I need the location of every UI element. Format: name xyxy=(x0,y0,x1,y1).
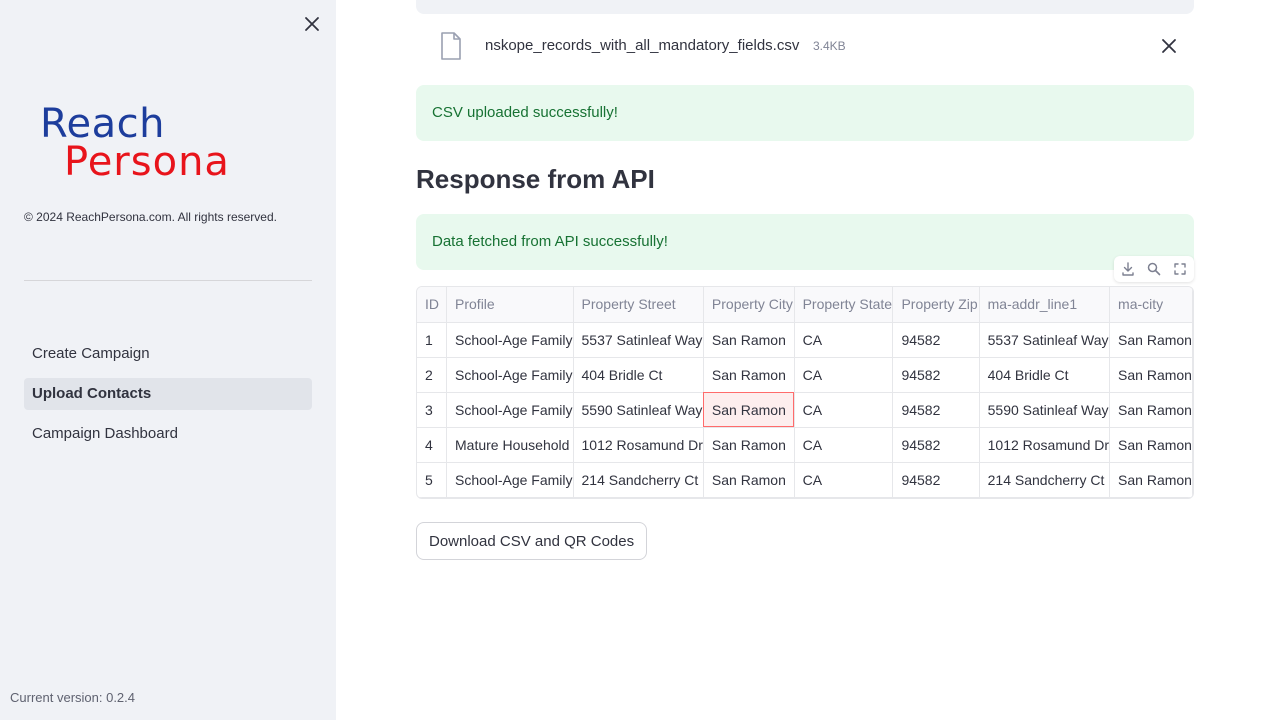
table-row: 4 Mature Household 1012 Rosamund Dr San … xyxy=(417,427,1193,463)
table-cell[interactable]: 5590 Satinleaf Way xyxy=(573,392,704,428)
column-header[interactable]: Property Zip xyxy=(892,287,980,323)
download-csv-qr-button[interactable]: Download CSV and QR Codes xyxy=(416,522,648,560)
api-success-alert: Data fetched from API successfully! xyxy=(416,214,1194,270)
table-cell[interactable]: San Ramon xyxy=(703,322,795,358)
table-cell[interactable]: School-Age Family xyxy=(446,392,574,428)
nav-item-upload-contacts[interactable]: Upload Contacts xyxy=(24,378,312,410)
table-cell[interactable]: CA xyxy=(794,322,894,358)
main-content: nskope_records_with_all_mandatory_fields… xyxy=(336,0,1280,720)
table-cell[interactable]: 1012 Rosamund Dr xyxy=(573,427,704,463)
table-cell[interactable]: CA xyxy=(794,462,894,498)
table-cell[interactable]: School-Age Family xyxy=(446,357,574,393)
version-text: Current version: 0.2.4 xyxy=(10,690,136,705)
nav-item-create-campaign[interactable]: Create Campaign xyxy=(24,338,312,370)
reachpersona-logo: Reach Persona xyxy=(40,104,300,184)
logo-line2: Persona xyxy=(64,139,230,185)
table-cell[interactable]: 94582 xyxy=(892,427,980,463)
column-header[interactable]: ma-city xyxy=(1109,287,1193,323)
table-cell[interactable]: Mature Household xyxy=(446,427,574,463)
table-cell[interactable]: San Ramon xyxy=(1109,462,1193,498)
table-cell[interactable]: San Ramon xyxy=(1109,322,1193,358)
table-cell[interactable]: 94582 xyxy=(892,322,980,358)
table-row: 2 School-Age Family 404 Bridle Ct San Ra… xyxy=(417,357,1193,393)
file-name: nskope_records_with_all_mandatory_fields… xyxy=(485,37,800,54)
column-header[interactable]: Profile xyxy=(446,287,574,323)
file-dropzone[interactable] xyxy=(416,0,1194,14)
sidebar-divider xyxy=(24,280,312,281)
table-cell[interactable]: 5 xyxy=(417,462,448,498)
table-cell[interactable]: CA xyxy=(794,392,894,428)
table-cell[interactable]: San Ramon xyxy=(1109,357,1193,393)
upload-success-alert: CSV uploaded successfully! xyxy=(416,85,1194,141)
column-header[interactable]: Property Street xyxy=(573,287,704,323)
table-cell[interactable]: 94582 xyxy=(892,392,980,428)
table-cell[interactable]: School-Age Family xyxy=(446,462,574,498)
table-cell[interactable]: San Ramon xyxy=(1109,427,1193,463)
column-header[interactable]: Property City xyxy=(703,287,795,323)
table-cell[interactable]: San Ramon xyxy=(1109,392,1193,428)
file-size: 3.4KB xyxy=(813,39,846,53)
copyright-text: © 2024 ReachPersona.com. All rights rese… xyxy=(24,210,277,224)
table-cell[interactable]: 1 xyxy=(417,322,448,358)
table-cell[interactable]: San Ramon xyxy=(703,357,795,393)
download-icon[interactable] xyxy=(1120,261,1136,277)
table-cell[interactable]: 94582 xyxy=(892,357,980,393)
sidebar: Reach Persona © 2024 ReachPersona.com. A… xyxy=(0,0,336,720)
file-icon xyxy=(441,32,461,60)
table-cell[interactable]: 214 Sandcherry Ct xyxy=(979,462,1111,498)
remove-file-icon[interactable] xyxy=(1160,37,1178,55)
column-header[interactable]: Property State xyxy=(794,287,894,323)
table-cell[interactable]: 404 Bridle Ct xyxy=(979,357,1111,393)
sidebar-nav: Create Campaign Upload Contacts Campaign… xyxy=(24,338,312,458)
table-cell[interactable]: 1012 Rosamund Dr xyxy=(979,427,1111,463)
fullscreen-icon[interactable] xyxy=(1172,261,1188,277)
data-table: ID Profile Property Street Property City… xyxy=(417,287,1193,498)
table-row: 3 School-Age Family 5590 Satinleaf Way S… xyxy=(417,392,1193,428)
selected-table-cell[interactable]: San Ramon xyxy=(703,392,795,428)
close-icon[interactable] xyxy=(302,14,322,34)
table-cell[interactable]: 5590 Satinleaf Way xyxy=(979,392,1111,428)
results-table[interactable]: ID Profile Property Street Property City… xyxy=(416,286,1194,499)
table-cell[interactable]: 3 xyxy=(417,392,448,428)
search-icon[interactable] xyxy=(1146,261,1162,277)
table-cell[interactable]: 94582 xyxy=(892,462,980,498)
table-cell[interactable]: School-Age Family xyxy=(446,322,574,358)
table-cell[interactable]: CA xyxy=(794,357,894,393)
logo-line1: Reach xyxy=(40,101,165,147)
table-cell[interactable]: 214 Sandcherry Ct xyxy=(573,462,704,498)
table-cell[interactable]: 4 xyxy=(417,427,448,463)
table-cell[interactable]: San Ramon xyxy=(703,462,795,498)
table-cell[interactable]: CA xyxy=(794,427,894,463)
table-cell[interactable]: San Ramon xyxy=(703,427,795,463)
table-header-row: ID Profile Property Street Property City… xyxy=(417,287,1193,323)
uploaded-file-row: nskope_records_with_all_mandatory_fields… xyxy=(416,28,1194,64)
table-toolbar xyxy=(1114,256,1194,282)
table-cell[interactable]: 5537 Satinleaf Way xyxy=(573,322,704,358)
table-cell[interactable]: 404 Bridle Ct xyxy=(573,357,704,393)
table-row: 5 School-Age Family 214 Sandcherry Ct Sa… xyxy=(417,462,1193,498)
table-cell[interactable]: 5537 Satinleaf Way xyxy=(979,322,1111,358)
table-cell[interactable]: 2 xyxy=(417,357,448,393)
table-row: 1 School-Age Family 5537 Satinleaf Way S… xyxy=(417,322,1193,358)
nav-item-campaign-dashboard[interactable]: Campaign Dashboard xyxy=(24,418,312,450)
column-header[interactable]: ID xyxy=(417,287,448,323)
column-header[interactable]: ma-addr_line1 xyxy=(979,287,1111,323)
response-heading: Response from API xyxy=(416,164,655,194)
